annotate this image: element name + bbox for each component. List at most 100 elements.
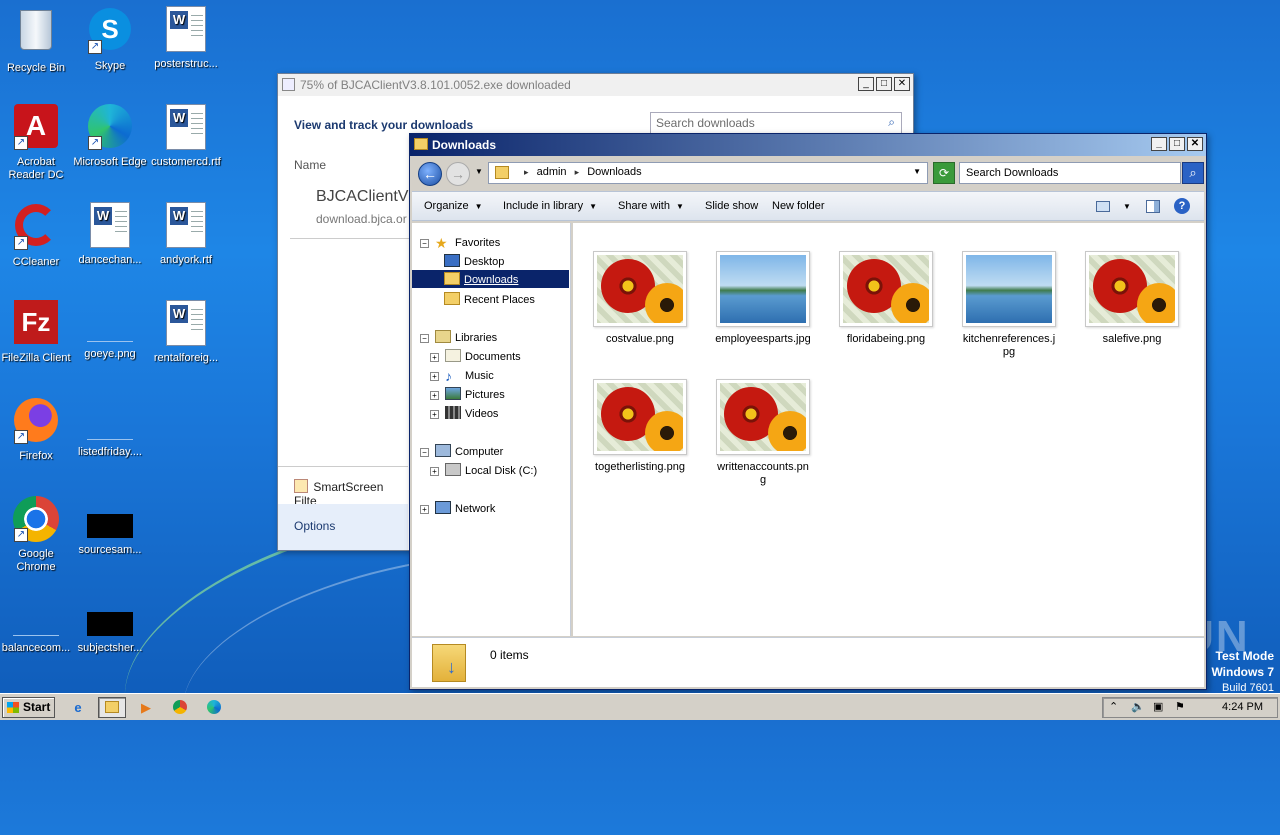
desktop-icon-balancecom[interactable]: balancecom... bbox=[0, 594, 74, 655]
skype-icon: S ↗ bbox=[86, 8, 134, 56]
chevron-down-icon[interactable]: ▼ bbox=[913, 167, 921, 176]
breadcrumb-downloads[interactable]: Downloads bbox=[587, 166, 641, 178]
file-list: costvalue.png employeesparts.jpg florida… bbox=[573, 223, 1204, 636]
ie-icon[interactable]: e bbox=[64, 697, 92, 718]
media-player-icon[interactable]: ▶ bbox=[132, 697, 160, 718]
tree-local-disk[interactable]: + Local Disk (C:) bbox=[430, 463, 537, 477]
tree-recent-places[interactable]: Recent Places bbox=[444, 292, 535, 306]
edge-icon[interactable] bbox=[200, 697, 228, 718]
desktop-icon-goeye[interactable]: goeye.png bbox=[72, 300, 148, 361]
network-icon[interactable]: ▣ bbox=[1153, 698, 1163, 717]
column-header-name[interactable]: Name bbox=[294, 158, 326, 172]
address-bar[interactable]: ▸ admin ▸ Downloads ▼ bbox=[488, 162, 928, 184]
file-item[interactable]: floridabeing.png bbox=[827, 251, 945, 346]
file-item[interactable]: salefive.png bbox=[1073, 251, 1191, 346]
download-file-name[interactable]: BJCAClientV3 bbox=[316, 188, 417, 206]
address-bar-row: ← → ▼ ▸ admin ▸ Downloads ▼ ⟳ Search Dow… bbox=[412, 158, 1204, 188]
include-in-library-button[interactable]: Include in library ▼ bbox=[503, 200, 597, 212]
desktop-icon-firefox[interactable]: ↗ Firefox bbox=[0, 398, 74, 463]
organize-button[interactable]: Organize ▼ bbox=[424, 200, 483, 212]
tree-downloads[interactable]: Downloads bbox=[412, 270, 569, 288]
recent-pages-dropdown[interactable]: ▼ bbox=[475, 167, 483, 176]
forward-button[interactable]: → bbox=[446, 162, 470, 186]
file-item[interactable]: togetherlisting.png bbox=[581, 379, 699, 474]
tree-libraries[interactable]: − Libraries bbox=[420, 330, 497, 344]
file-item[interactable]: writtenaccounts.png bbox=[704, 379, 822, 487]
tree-computer[interactable]: − Computer bbox=[420, 444, 503, 458]
close-button[interactable]: ✕ bbox=[894, 77, 910, 91]
lake-image-thumbnail bbox=[720, 255, 806, 323]
back-button[interactable]: ← bbox=[418, 162, 442, 186]
start-button[interactable]: Start bbox=[2, 697, 55, 718]
close-button[interactable]: ✕ bbox=[1187, 137, 1203, 151]
file-item[interactable]: kitchenreferences.jpg bbox=[950, 251, 1068, 359]
desktop-icon-customercd[interactable]: customercd.rtf bbox=[148, 104, 224, 169]
details-pane: 0 items bbox=[412, 637, 1204, 687]
tree-music[interactable]: + ♪ Music bbox=[430, 368, 494, 384]
desktop-icon-ccleaner[interactable]: ↗ CCleaner bbox=[0, 202, 74, 269]
maximize-button[interactable]: □ bbox=[1169, 137, 1185, 151]
preview-pane-icon[interactable] bbox=[1146, 200, 1160, 213]
search-input[interactable]: Search Downloads bbox=[959, 162, 1181, 184]
download-heading: View and track your downloads bbox=[294, 118, 474, 132]
tree-desktop[interactable]: Desktop bbox=[444, 254, 504, 268]
search-downloads-input[interactable]: Search downloads ⌕ bbox=[650, 112, 902, 134]
maximize-button[interactable]: □ bbox=[876, 77, 892, 91]
clock[interactable]: 4:24 PM bbox=[1222, 698, 1263, 717]
chevron-right-icon[interactable]: ▸ bbox=[524, 167, 529, 177]
word-document-icon bbox=[162, 104, 210, 152]
chevron-down-icon[interactable]: ▼ bbox=[1123, 202, 1131, 211]
pictures-icon bbox=[445, 387, 461, 400]
recycle-bin-icon bbox=[12, 10, 60, 58]
recent-places-icon bbox=[444, 292, 460, 305]
desktop-icon-subjectsher[interactable]: subjectsher... bbox=[72, 594, 148, 655]
search-button[interactable]: ⌕ bbox=[1182, 162, 1204, 184]
desktop-icon-chrome[interactable]: ↗ Google Chrome bbox=[0, 496, 74, 574]
desktop-icon-posterstruc[interactable]: posterstruc... bbox=[148, 6, 224, 71]
item-count: 0 items bbox=[490, 648, 529, 662]
documents-icon bbox=[445, 349, 461, 362]
minimize-button[interactable]: _ bbox=[858, 77, 874, 91]
new-folder-button[interactable]: New folder bbox=[772, 200, 825, 212]
options-link[interactable]: Options bbox=[278, 504, 408, 550]
tree-network[interactable]: + Network bbox=[420, 501, 495, 515]
desktop-icon-filezilla[interactable]: Fz FileZilla Client bbox=[0, 300, 74, 365]
desktop-icon-edge[interactable]: ↗ Microsoft Edge bbox=[72, 104, 148, 169]
desktop-icon-rentalforeig[interactable]: rentalforeig... bbox=[148, 300, 224, 365]
file-item[interactable]: employeesparts.jpg bbox=[704, 251, 822, 346]
desktop-icon-andyork[interactable]: andyork.rtf bbox=[148, 202, 224, 267]
help-icon[interactable]: ? bbox=[1174, 198, 1190, 214]
videos-icon bbox=[445, 406, 461, 419]
chrome-icon[interactable] bbox=[166, 697, 194, 718]
chrome-icon: ↗ bbox=[12, 496, 60, 544]
downloads-folder-icon bbox=[444, 272, 460, 285]
speaker-icon[interactable]: 🔈 bbox=[1131, 698, 1145, 717]
tree-videos[interactable]: + Videos bbox=[430, 406, 498, 420]
change-view-icon[interactable] bbox=[1096, 201, 1110, 212]
slide-show-button[interactable]: Slide show bbox=[705, 200, 758, 212]
flag-icon[interactable]: ⚑ bbox=[1175, 698, 1185, 717]
minimize-button[interactable]: _ bbox=[1151, 137, 1167, 151]
chevron-up-icon[interactable]: ⌃ bbox=[1109, 698, 1118, 717]
share-with-button[interactable]: Share with ▼ bbox=[618, 200, 684, 212]
tree-documents[interactable]: + Documents bbox=[430, 349, 521, 363]
tree-favorites[interactable]: − ★ Favorites bbox=[420, 235, 500, 251]
tree-pictures[interactable]: + Pictures bbox=[430, 387, 505, 401]
search-icon[interactable]: ⌕ bbox=[888, 115, 895, 130]
ie-download-icon bbox=[282, 78, 295, 91]
lake-image-thumbnail bbox=[966, 255, 1052, 323]
desktop-icon-listedfriday[interactable]: listedfriday.... bbox=[72, 398, 148, 459]
breadcrumb-admin[interactable]: admin bbox=[537, 166, 567, 178]
file-item[interactable]: costvalue.png bbox=[581, 251, 699, 346]
desktop-icon-acrobat[interactable]: A ↗ Acrobat Reader DC bbox=[0, 104, 74, 182]
desktop-icon-dancechan[interactable]: dancechan... bbox=[72, 202, 148, 267]
explorer-taskbar-icon[interactable] bbox=[98, 697, 126, 718]
refresh-button[interactable]: ⟳ bbox=[933, 162, 955, 184]
desktop-icon-skype[interactable]: S ↗ Skype bbox=[72, 6, 148, 73]
file-icon bbox=[87, 612, 133, 636]
desktop-icon-sourcesam[interactable]: sourcesam... bbox=[72, 496, 148, 557]
chevron-right-icon[interactable]: ▸ bbox=[575, 167, 580, 177]
flower-image-thumbnail bbox=[1089, 255, 1175, 323]
file-icon bbox=[87, 418, 133, 440]
desktop-icon-recycle-bin[interactable]: Recycle Bin bbox=[0, 6, 74, 75]
